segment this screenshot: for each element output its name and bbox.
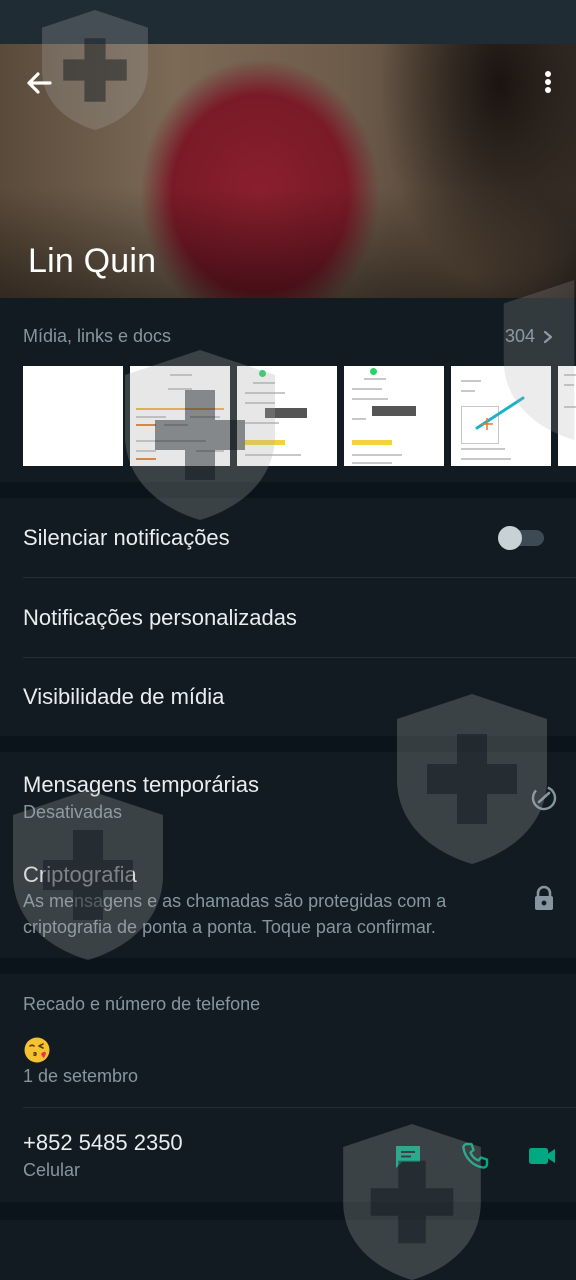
status-bar — [0, 0, 576, 44]
phone-type: Celular — [23, 1160, 81, 1180]
more-options-button[interactable] — [538, 66, 558, 100]
disappearing-messages-row[interactable]: Mensagens temporárias Desativadas — [0, 752, 576, 844]
media-thumbnail[interactable] — [130, 366, 230, 466]
message-icon[interactable] — [392, 1140, 424, 1172]
media-count: 304 — [504, 326, 535, 346]
media-thumbnails — [23, 366, 576, 466]
media-thumbnail[interactable] — [23, 366, 123, 466]
divider — [23, 1107, 576, 1108]
disappearing-messages-value: Desativadas — [23, 802, 123, 822]
timer-icon — [531, 785, 557, 811]
contact-name: Lin Quin — [28, 242, 157, 280]
media-thumbnail[interactable] — [344, 366, 444, 466]
about-section-title: Recado e número de telefone — [23, 994, 261, 1014]
media-count-link[interactable]: 304 — [505, 326, 554, 347]
encryption-description-line1: As mensagens e as chamadas são protegida… — [23, 891, 447, 911]
video-call-icon[interactable] — [526, 1140, 558, 1172]
mute-notifications-toggle[interactable] — [498, 526, 544, 550]
arrow-left-icon — [27, 72, 52, 94]
custom-notifications-row[interactable]: Notificações personalizadas — [0, 578, 576, 658]
phone-number[interactable]: +852 5485 2350 — [23, 1130, 183, 1156]
face-throwing-kiss-emoji — [24, 1037, 50, 1063]
status-date: 1 de setembro — [23, 1066, 139, 1086]
notification-settings-section: Silenciar notificações Notificações pers… — [0, 498, 576, 736]
media-section-title: Mídia, links e docs — [23, 326, 172, 346]
about-and-phone-section: Recado e número de telefone 1 de setembr… — [0, 974, 576, 1202]
encryption-description-line2: criptografia de ponta a ponta. Toque par… — [23, 917, 436, 937]
encryption-label: Criptografia — [23, 862, 137, 887]
media-thumbnail[interactable] — [451, 366, 551, 466]
media-visibility-label: Visibilidade de mídia — [23, 684, 225, 709]
mute-notifications-label: Silenciar notificações — [23, 525, 230, 550]
custom-notifications-label: Notificações personalizadas — [23, 605, 297, 630]
media-thumbnail[interactable] — [558, 366, 576, 466]
mute-notifications-row[interactable]: Silenciar notificações — [0, 498, 576, 578]
encryption-row[interactable]: Criptografia As mensagens e as chamadas … — [0, 846, 576, 956]
media-thumbnail[interactable] — [237, 366, 337, 466]
privacy-section: Mensagens temporárias Desativadas Cripto… — [0, 752, 576, 958]
media-visibility-row[interactable]: Visibilidade de mídia — [0, 658, 576, 738]
disappearing-messages-label: Mensagens temporárias — [23, 772, 260, 797]
back-button[interactable] — [22, 66, 56, 100]
next-section — [0, 1220, 576, 1280]
voice-call-icon[interactable] — [459, 1140, 491, 1172]
chevron-right-icon — [543, 331, 553, 344]
more-vertical-icon — [545, 71, 551, 93]
contact-photo-header: Lin Quin — [0, 44, 576, 298]
media-links-docs-section: Mídia, links e docs 304 — [0, 298, 576, 482]
lock-icon — [535, 885, 553, 910]
